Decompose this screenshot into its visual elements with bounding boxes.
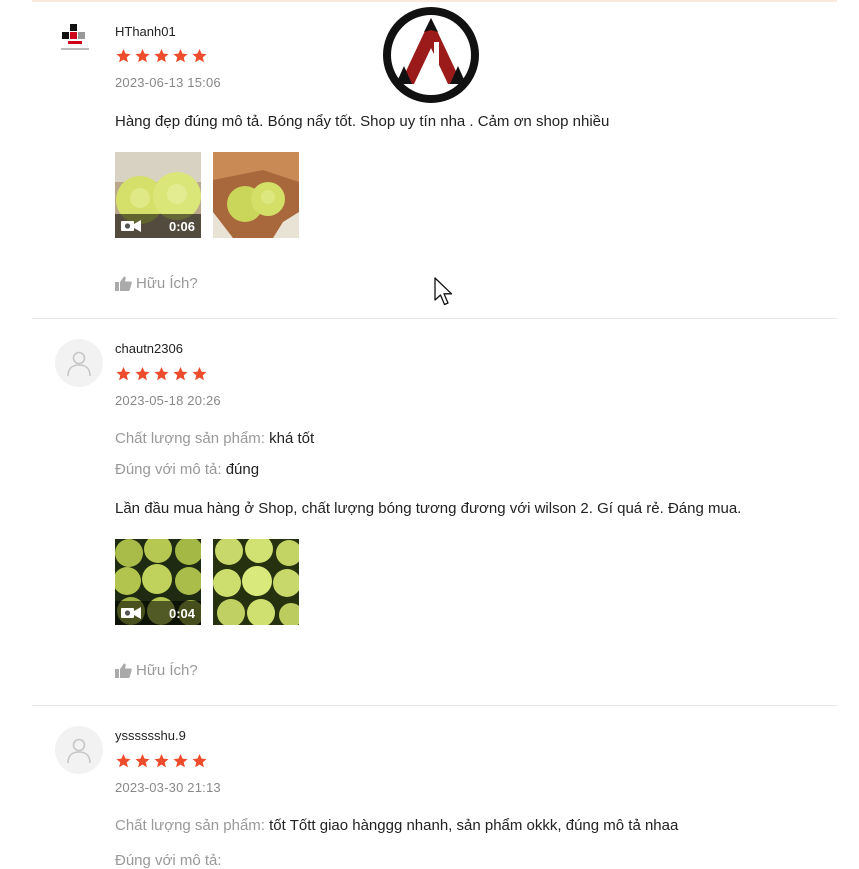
star-icon [154,49,169,63]
review-comment: Lần đầu mua hàng ở Shop, chất lượng bóng… [115,500,742,517]
rating-stars [115,753,208,769]
review-video-thumbnail[interactable]: 0:04 [115,539,201,625]
rating-stars [115,48,208,64]
quality-value: khá tốt [269,430,315,447]
video-icon [121,220,141,232]
reviewer-username[interactable]: ysssssshu.9 [115,728,186,743]
video-overlay: 0:04 [115,601,201,625]
review-item: chautn2306 2023-05-18 20:26 Chất lượng s… [32,319,837,705]
star-icon [173,49,188,63]
star-icon [135,754,150,768]
review-image-thumbnail[interactable] [213,539,299,625]
star-icon [154,367,169,381]
match-label: Đúng với mô tả: [115,852,222,869]
shop-logo-avatar [55,22,95,58]
user-avatar-icon[interactable] [55,339,103,387]
review-video-thumbnail[interactable]: 0:06 [115,152,201,238]
helpful-label: Hữu Ích? [136,662,198,679]
video-duration: 0:06 [168,218,195,234]
star-icon [173,754,188,768]
review-comment: Hàng đẹp đúng mô tả. Bóng nẩy tốt. Shop … [115,113,610,130]
review-date: 2023-06-13 15:06 [115,75,221,90]
star-icon [116,49,131,63]
video-duration: 0:04 [168,605,195,621]
helpful-label: Hữu Ích? [136,275,198,292]
star-icon [135,367,150,381]
quality-label: Chất lượng sản phẩm: [115,817,265,834]
reviewer-username[interactable]: chautn2306 [115,341,183,356]
video-overlay: 0:06 [115,214,201,238]
review-date: 2023-05-18 20:26 [115,393,221,408]
thumbs-up-icon [115,663,132,678]
quality-label: Chất lượng sản phẩm: [115,430,265,447]
match-label: Đúng với mô tả: [115,461,222,478]
video-icon [121,607,141,619]
mouse-cursor-icon [434,277,453,306]
helpful-button[interactable]: Hữu Ích? [115,662,198,679]
helpful-button[interactable]: Hữu Ích? [115,275,198,292]
quality-value: tốt Tốtt giao hànggg nhanh, sản phẩm okk… [269,817,679,834]
user-avatar-icon[interactable] [55,726,103,774]
review-media: 0:06 [115,152,299,238]
brand-watermark-logo [382,6,480,104]
review-image-thumbnail[interactable] [213,152,299,238]
match-attribute: Đúng với mô tả: đúng [115,461,259,478]
thumbs-up-icon [115,276,132,291]
match-value: đúng [225,461,260,478]
match-attribute: Đúng với mô tả: [115,852,222,869]
review-item: ysssssshu.9 2023-03-30 21:13 Chất lượng … [32,706,837,869]
quality-attribute: Chất lượng sản phẩm: khá tốt [115,430,314,447]
quality-attribute: Chất lượng sản phẩm: tốt Tốtt giao hàngg… [115,817,678,834]
star-icon [173,367,188,381]
star-icon [116,367,131,381]
star-icon [192,754,207,768]
rating-stars [115,366,208,382]
star-icon [154,754,169,768]
star-icon [116,754,131,768]
reviewer-username[interactable]: HThanh01 [115,24,176,39]
star-icon [192,367,207,381]
star-icon [135,49,150,63]
review-date: 2023-03-30 21:13 [115,780,221,795]
star-icon [192,49,207,63]
review-media: 0:04 [115,539,299,625]
